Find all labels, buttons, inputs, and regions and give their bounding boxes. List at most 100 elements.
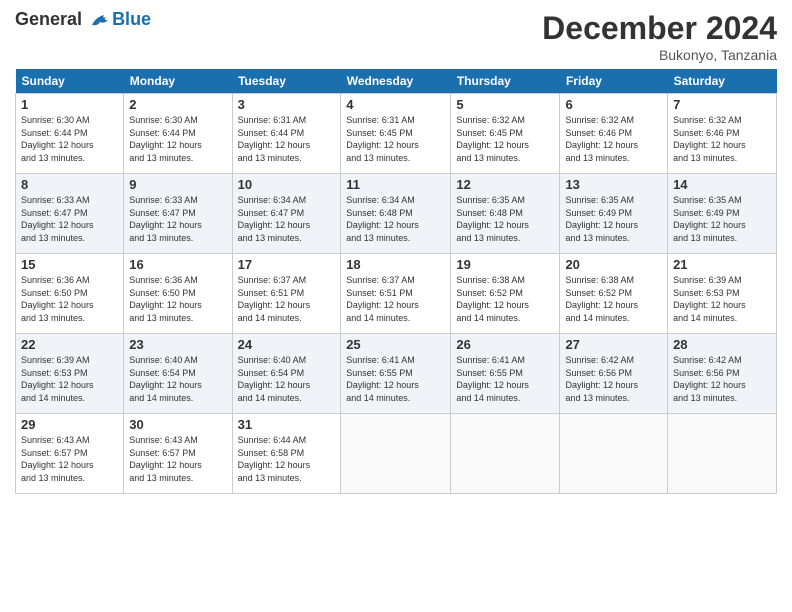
day-info: Sunrise: 6:44 AM Sunset: 6:58 PM Dayligh…: [238, 434, 336, 484]
col-tuesday: Tuesday: [232, 69, 341, 94]
table-row: 30 Sunrise: 6:43 AM Sunset: 6:57 PM Dayli…: [124, 414, 232, 494]
table-row: 9Sunrise: 6:33 AM Sunset: 6:47 PM Daylig…: [124, 174, 232, 254]
day-info: Sunrise: 6:40 AM Sunset: 6:54 PM Dayligh…: [238, 354, 336, 404]
day-info: Sunrise: 6:38 AM Sunset: 6:52 PM Dayligh…: [565, 274, 662, 324]
day-number: 18: [346, 257, 445, 272]
col-thursday: Thursday: [451, 69, 560, 94]
day-info: Sunrise: 6:37 AM Sunset: 6:51 PM Dayligh…: [346, 274, 445, 324]
day-info: Sunrise: 6:33 AM Sunset: 6:47 PM Dayligh…: [21, 194, 118, 244]
day-number: 25: [346, 337, 445, 352]
table-row: [668, 414, 777, 494]
day-info: Sunrise: 6:34 AM Sunset: 6:48 PM Dayligh…: [346, 194, 445, 244]
calendar-row: 29 Sunrise: 6:43 AM Sunset: 6:57 PM Dayli…: [16, 414, 777, 494]
day-info: Sunrise: 6:42 AM Sunset: 6:56 PM Dayligh…: [673, 354, 771, 404]
day-info: Sunrise: 6:36 AM Sunset: 6:50 PM Dayligh…: [129, 274, 226, 324]
table-row: 12 Sunrise: 6:35 AM Sunset: 6:48 PM Dayli…: [451, 174, 560, 254]
day-info: Sunrise: 6:39 AM Sunset: 6:53 PM Dayligh…: [21, 354, 118, 404]
day-number: 27: [565, 337, 662, 352]
day-info: Sunrise: 6:41 AM Sunset: 6:55 PM Dayligh…: [456, 354, 554, 404]
table-row: 7 Sunrise: 6:32 AM Sunset: 6:46 PM Daylig…: [668, 94, 777, 174]
table-row: 3 Sunrise: 6:31 AM Sunset: 6:44 PM Daylig…: [232, 94, 341, 174]
table-row: 14Sunrise: 6:35 AM Sunset: 6:49 PM Dayli…: [668, 174, 777, 254]
day-number: 8: [21, 177, 118, 192]
day-info: Sunrise: 6:41 AM Sunset: 6:55 PM Dayligh…: [346, 354, 445, 404]
table-row: 16 Sunrise: 6:36 AM Sunset: 6:50 PM Dayli…: [124, 254, 232, 334]
day-number: 28: [673, 337, 771, 352]
table-row: [560, 414, 668, 494]
day-number: 29: [21, 417, 118, 432]
day-info: Sunrise: 6:38 AM Sunset: 6:52 PM Dayligh…: [456, 274, 554, 324]
table-row: [451, 414, 560, 494]
table-row: 29 Sunrise: 6:43 AM Sunset: 6:57 PM Dayli…: [16, 414, 124, 494]
table-row: 23 Sunrise: 6:40 AM Sunset: 6:54 PM Dayli…: [124, 334, 232, 414]
day-info: Sunrise: 6:36 AM Sunset: 6:50 PM Dayligh…: [21, 274, 118, 324]
logo-text-general: General: [15, 9, 82, 29]
table-row: 18 Sunrise: 6:37 AM Sunset: 6:51 PM Dayli…: [341, 254, 451, 334]
calendar-row: 8 Sunrise: 6:33 AM Sunset: 6:47 PM Daylig…: [16, 174, 777, 254]
table-row: 15Sunrise: 6:36 AM Sunset: 6:50 PM Dayli…: [16, 254, 124, 334]
day-info: Sunrise: 6:35 AM Sunset: 6:48 PM Dayligh…: [456, 194, 554, 244]
day-info: Sunrise: 6:32 AM Sunset: 6:46 PM Dayligh…: [673, 114, 771, 164]
day-number: 5: [456, 97, 554, 112]
day-info: Sunrise: 6:35 AM Sunset: 6:49 PM Dayligh…: [565, 194, 662, 244]
day-info: Sunrise: 6:40 AM Sunset: 6:54 PM Dayligh…: [129, 354, 226, 404]
table-row: 22 Sunrise: 6:39 AM Sunset: 6:53 PM Dayli…: [16, 334, 124, 414]
day-number: 7: [673, 97, 771, 112]
day-number: 11: [346, 177, 445, 192]
calendar-row: 1 Sunrise: 6:30 AM Sunset: 6:44 PM Daylig…: [16, 94, 777, 174]
table-row: 2 Sunrise: 6:30 AM Sunset: 6:44 PM Daylig…: [124, 94, 232, 174]
day-info: Sunrise: 6:39 AM Sunset: 6:53 PM Dayligh…: [673, 274, 771, 324]
page-container: General Blue December 2024 Bukonyo, Tanz…: [0, 0, 792, 504]
table-row: 8 Sunrise: 6:33 AM Sunset: 6:47 PM Daylig…: [16, 174, 124, 254]
title-block: December 2024 Bukonyo, Tanzania: [542, 10, 777, 63]
calendar-row: 15Sunrise: 6:36 AM Sunset: 6:50 PM Dayli…: [16, 254, 777, 334]
day-info: Sunrise: 6:43 AM Sunset: 6:57 PM Dayligh…: [21, 434, 118, 484]
day-number: 23: [129, 337, 226, 352]
col-friday: Friday: [560, 69, 668, 94]
table-row: 17Sunrise: 6:37 AM Sunset: 6:51 PM Dayli…: [232, 254, 341, 334]
day-number: 30: [129, 417, 226, 432]
table-row: 28 Sunrise: 6:42 AM Sunset: 6:56 PM Dayli…: [668, 334, 777, 414]
day-info: Sunrise: 6:37 AM Sunset: 6:51 PM Dayligh…: [238, 274, 336, 324]
table-row: 6 Sunrise: 6:32 AM Sunset: 6:46 PM Daylig…: [560, 94, 668, 174]
day-number: 20: [565, 257, 662, 272]
day-info: Sunrise: 6:31 AM Sunset: 6:44 PM Dayligh…: [238, 114, 336, 164]
col-saturday: Saturday: [668, 69, 777, 94]
table-row: 4 Sunrise: 6:31 AM Sunset: 6:45 PM Daylig…: [341, 94, 451, 174]
day-number: 10: [238, 177, 336, 192]
day-info: Sunrise: 6:32 AM Sunset: 6:46 PM Dayligh…: [565, 114, 662, 164]
day-number: 6: [565, 97, 662, 112]
day-number: 26: [456, 337, 554, 352]
day-number: 13: [565, 177, 662, 192]
header: General Blue December 2024 Bukonyo, Tanz…: [15, 10, 777, 63]
day-number: 16: [129, 257, 226, 272]
calendar-header-row: Sunday Monday Tuesday Wednesday Thursday…: [16, 69, 777, 94]
calendar-row: 22 Sunrise: 6:39 AM Sunset: 6:53 PM Dayli…: [16, 334, 777, 414]
day-number: 3: [238, 97, 336, 112]
day-number: 12: [456, 177, 554, 192]
day-number: 4: [346, 97, 445, 112]
table-row: 19 Sunrise: 6:38 AM Sunset: 6:52 PM Dayli…: [451, 254, 560, 334]
day-number: 1: [21, 97, 118, 112]
logo-text-blue: Blue: [112, 10, 151, 30]
col-wednesday: Wednesday: [341, 69, 451, 94]
table-row: 13 Sunrise: 6:35 AM Sunset: 6:49 PM Dayli…: [560, 174, 668, 254]
day-number: 22: [21, 337, 118, 352]
day-info: Sunrise: 6:30 AM Sunset: 6:44 PM Dayligh…: [129, 114, 226, 164]
day-number: 21: [673, 257, 771, 272]
day-info: Sunrise: 6:31 AM Sunset: 6:45 PM Dayligh…: [346, 114, 445, 164]
logo: General Blue: [15, 10, 151, 30]
table-row: 31Sunrise: 6:44 AM Sunset: 6:58 PM Dayli…: [232, 414, 341, 494]
day-number: 19: [456, 257, 554, 272]
day-number: 24: [238, 337, 336, 352]
table-row: 5 Sunrise: 6:32 AM Sunset: 6:45 PM Daylig…: [451, 94, 560, 174]
calendar-table: Sunday Monday Tuesday Wednesday Thursday…: [15, 69, 777, 494]
day-info: Sunrise: 6:43 AM Sunset: 6:57 PM Dayligh…: [129, 434, 226, 484]
day-number: 9: [129, 177, 226, 192]
logo-bird-icon: [88, 11, 110, 29]
day-info: Sunrise: 6:32 AM Sunset: 6:45 PM Dayligh…: [456, 114, 554, 164]
day-number: 2: [129, 97, 226, 112]
day-number: 14: [673, 177, 771, 192]
day-info: Sunrise: 6:34 AM Sunset: 6:47 PM Dayligh…: [238, 194, 336, 244]
table-row: 27Sunrise: 6:42 AM Sunset: 6:56 PM Dayli…: [560, 334, 668, 414]
